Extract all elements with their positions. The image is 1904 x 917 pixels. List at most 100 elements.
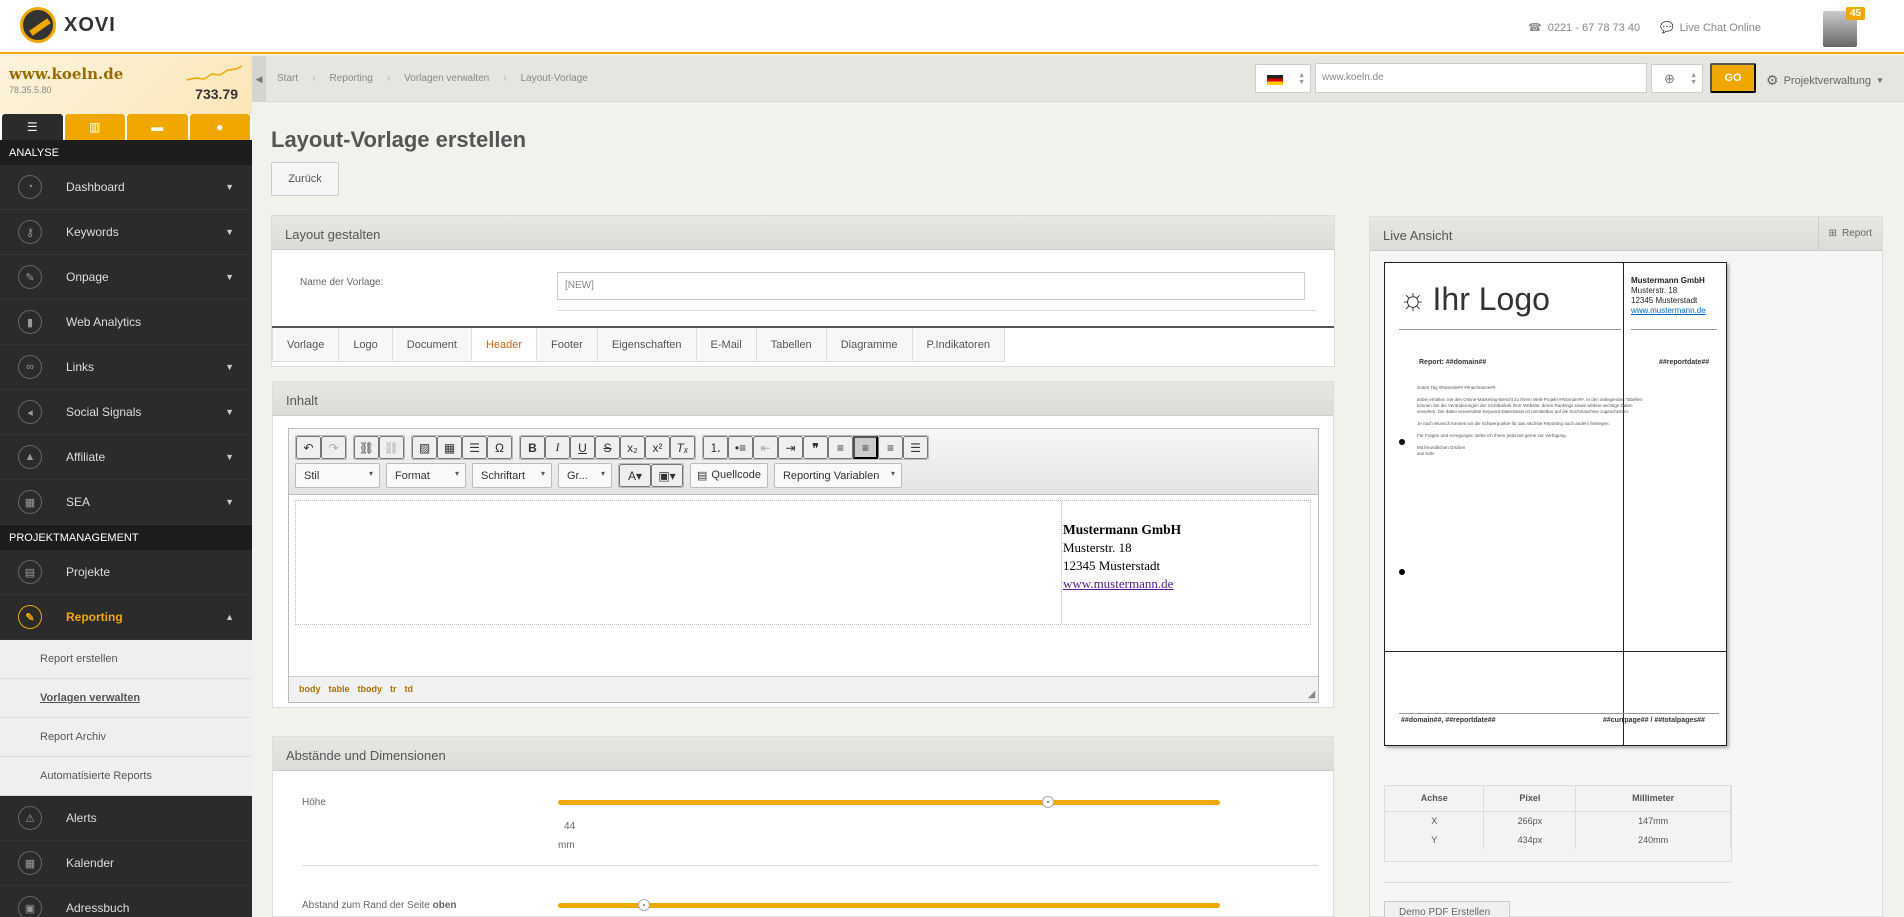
globe-icon: ⊕ [1664, 71, 1675, 86]
remove-format-icon[interactable]: Tₓ [670, 436, 695, 459]
tab-footer[interactable]: Footer [537, 328, 598, 362]
sidebar-item-keywords[interactable]: ⚷ Keywords ▼ [0, 210, 252, 255]
path-body[interactable]: body [299, 684, 321, 695]
tab-tabellen[interactable]: Tabellen [756, 328, 827, 362]
collapse-sidebar-icon[interactable]: ◀ [252, 56, 266, 102]
reporting-variables-dropdown[interactable]: Reporting Variablen [773, 463, 902, 488]
preview-company: Mustermann GmbH [1631, 276, 1705, 285]
sub-item-automatisierte-reports[interactable]: Automatisierte Reports [0, 757, 252, 796]
sidebar-item-dashboard[interactable]: ◔ Dashboard ▼ [0, 165, 252, 210]
horizontal-rule-icon[interactable]: ☰ [462, 436, 487, 459]
path-tr[interactable]: tr [390, 684, 397, 695]
sidebar-item-reporting[interactable]: ✎ Reporting ▲ [0, 595, 252, 640]
hoehe-slider-handle[interactable] [1041, 796, 1054, 808]
redo-icon[interactable]: ↷ [321, 436, 346, 459]
tab-diagramme[interactable]: Diagramme [826, 328, 913, 362]
sidebar-item-web-analytics[interactable]: ▮ Web Analytics [0, 300, 252, 345]
demo-pdf-button[interactable]: Demo PDF Erstellen [1384, 901, 1510, 917]
sidebar-item-adressbuch[interactable]: ▣ Adressbuch [0, 886, 252, 917]
template-name-input[interactable]: [NEW] [557, 272, 1305, 300]
search-engine-select[interactable]: ⊕ ▲ ▼ [1651, 64, 1703, 93]
indent-icon[interactable]: ⇥ [778, 436, 803, 459]
chart-icon[interactable]: ▥ [64, 114, 125, 140]
style-dropdown[interactable]: Stil [295, 463, 380, 488]
users-icon[interactable]: ● [189, 114, 250, 140]
go-button[interactable]: GO [1710, 63, 1756, 93]
source-icon: ▤ [697, 470, 708, 482]
sidebar-item-label: Onpage [66, 270, 109, 284]
sub-item-vorlagen-verwalten[interactable]: Vorlagen verwalten [0, 679, 252, 718]
folder-icon[interactable]: ▬ [127, 114, 188, 140]
sidebar-item-alerts[interactable]: ⚠ Alerts [0, 796, 252, 841]
breadcrumb-reporting[interactable]: Reporting [329, 73, 372, 84]
numbered-list-icon[interactable]: ⒈ [703, 436, 728, 459]
sidebar-item-kalender[interactable]: ▦ Kalender [0, 841, 252, 886]
live-chat[interactable]: 💬 Live Chat Online [1660, 21, 1761, 35]
font-size-dropdown[interactable]: Gr... [558, 463, 612, 488]
tab-vorlage[interactable]: Vorlage [272, 328, 340, 362]
text-color-icon[interactable]: A▾ [619, 464, 651, 487]
source-button[interactable]: ▤ Quellcode [690, 463, 768, 488]
breadcrumb-vorlagen[interactable]: Vorlagen verwalten [404, 73, 489, 84]
tab-document[interactable]: Document [392, 328, 472, 362]
path-tbody[interactable]: tbody [358, 684, 383, 695]
path-table[interactable]: table [329, 684, 350, 695]
sidebar-item-social-signals[interactable]: ◂ Social Signals ▼ [0, 390, 252, 435]
subscript-icon[interactable]: x₂ [620, 436, 645, 459]
table-icon[interactable]: ▦ [437, 436, 462, 459]
sidebar-item-affiliate[interactable]: ▲ Affiliate ▼ [0, 435, 252, 480]
url-input[interactable]: www.koeln.de [1315, 63, 1647, 93]
sidebar-item-onpage[interactable]: ✎ Onpage ▼ [0, 255, 252, 300]
superscript-icon[interactable]: x² [645, 436, 670, 459]
report-button[interactable]: ⊞ Report [1817, 217, 1882, 249]
align-right-icon[interactable]: ≡ [878, 436, 903, 459]
breadcrumb-start[interactable]: Start [277, 73, 298, 84]
editor-content[interactable]: Mustermann GmbH Musterstr. 18 12345 Must… [295, 500, 1311, 625]
strikethrough-icon[interactable]: S [595, 436, 620, 459]
header-address-cell[interactable]: Mustermann GmbH Musterstr. 18 12345 Must… [1061, 501, 1311, 624]
tab-logo[interactable]: Logo [339, 328, 393, 362]
tab-header[interactable]: Header [471, 328, 538, 362]
nav-bar: ◀ Start › Reporting › Vorlagen verwalten › … [252, 56, 1904, 102]
sub-item-report-erstellen[interactable]: Report erstellen [0, 640, 252, 679]
sidebar-item-links[interactable]: ∞ Links ▼ [0, 345, 252, 390]
website-link[interactable]: www.mustermann.de [1063, 576, 1173, 591]
tab-email[interactable]: E-Mail [696, 328, 757, 362]
link-icon[interactable]: ⛓ [354, 436, 379, 459]
tab-p-indikatoren[interactable]: P.Indikatoren [912, 328, 1005, 362]
sub-item-report-archiv[interactable]: Report Archiv [0, 718, 252, 757]
path-td[interactable]: td [405, 684, 414, 695]
abstand-slider[interactable] [558, 899, 1220, 911]
xovi-logo[interactable]: XOVI [20, 7, 116, 43]
sidebar-item-projekte[interactable]: ▤ Projekte [0, 550, 252, 595]
blockquote-icon[interactable]: ❞ [803, 436, 828, 459]
image-icon[interactable]: ▨ [412, 436, 437, 459]
unlink-icon[interactable]: ⛓ [379, 436, 404, 459]
addressbook-icon: ▣ [18, 896, 42, 917]
country-select[interactable]: ▲ ▼ [1255, 64, 1311, 93]
menu-list-icon[interactable]: ☰ [2, 114, 63, 140]
project-menu[interactable]: ⚙ Projektverwaltung ▼ [1766, 72, 1884, 89]
font-dropdown[interactable]: Schriftart [472, 463, 552, 488]
company-name: Mustermann GmbH [1063, 522, 1182, 537]
tab-eigenschaften[interactable]: Eigenschaften [597, 328, 697, 362]
special-char-icon[interactable]: Ω [487, 436, 512, 459]
bold-icon[interactable]: B [520, 436, 545, 459]
sidebar-item-sea[interactable]: ▦ SEA ▼ [0, 480, 252, 525]
back-button[interactable]: Zurück [271, 162, 339, 196]
italic-icon[interactable]: I [545, 436, 570, 459]
preview-city: 12345 Musterstadt [1631, 296, 1698, 305]
resize-handle-icon[interactable]: ◢ [1308, 689, 1315, 700]
undo-icon[interactable]: ↶ [296, 436, 321, 459]
hoehe-slider[interactable] [558, 796, 1220, 808]
bullet-list-icon[interactable]: •≡ [728, 436, 753, 459]
abstand-slider-handle[interactable] [638, 899, 651, 911]
outdent-icon[interactable]: ⇤ [753, 436, 778, 459]
format-dropdown[interactable]: Format [386, 463, 466, 488]
site-box[interactable]: www.koeln.de 78.35.5.80 733.79 [0, 56, 252, 114]
align-center-icon[interactable]: ≡ [853, 436, 878, 459]
bg-color-icon[interactable]: ▣▾ [651, 464, 683, 487]
underline-icon[interactable]: U [570, 436, 595, 459]
align-left-icon[interactable]: ≡ [828, 436, 853, 459]
justify-icon[interactable]: ☰ [903, 436, 928, 459]
